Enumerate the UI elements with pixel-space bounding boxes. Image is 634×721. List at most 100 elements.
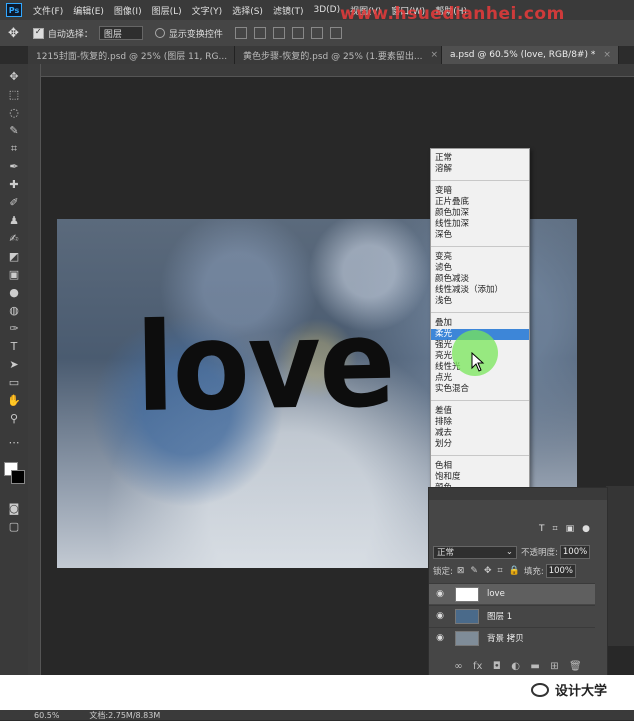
tab-document-1[interactable]: 1215封面-恢复的.psd @ 25% (图层 11, RG...× [28,46,235,64]
crop-icon[interactable]: ⌗ [7,142,21,156]
delete-layer-icon[interactable]: 🗑 [569,661,582,672]
menu-edit[interactable]: 编辑(E) [68,4,109,17]
menu-divider [431,246,529,247]
lock-artboard-icon[interactable]: ⌗ [498,566,503,576]
blend-option[interactable]: 变暗 [431,186,529,197]
move-icon[interactable]: ✥ [7,70,21,84]
align-middle-icon[interactable] [253,27,266,39]
dodge-icon[interactable]: ◍ [7,304,21,318]
move-tool-icon[interactable]: ✥ [8,26,19,41]
menu-type[interactable]: 文字(Y) [187,4,228,17]
close-icon[interactable]: × [603,50,611,60]
tab-document-2[interactable]: 黄色步骤-恢复的.psd @ 25% (1.要素留出... × [235,46,442,64]
zoom-icon[interactable]: ⚲ [7,412,21,426]
blend-mode-select[interactable]: 正常 ⌄ [433,545,517,559]
auto-select-checkbox[interactable] [32,27,44,39]
menu-image[interactable]: 图像(I) [109,4,147,17]
filter-shape-icon[interactable]: ⌗ [553,524,558,534]
align-bottom-icon[interactable] [272,27,285,39]
blend-option[interactable]: 浅色 [431,296,529,307]
layer-row-layer1[interactable]: ◉ 图层 1 [429,605,595,626]
tab-document-active[interactable]: a.psd @ 60.5% (love, RGB/8#) * × [442,46,619,64]
blend-option[interactable]: 滤色 [431,263,529,274]
align-right-icon[interactable] [329,27,342,39]
fill-input[interactable]: 100% [545,564,576,578]
blend-option[interactable]: 正片叠底 [431,197,529,208]
zoom-level[interactable]: 60.5% [34,711,59,720]
blur-icon[interactable]: ● [7,286,21,300]
blend-option[interactable]: 叠加 [431,318,529,329]
blend-option[interactable]: 线性加深 [431,219,529,230]
lock-transparent-icon[interactable]: ⊠ [457,566,465,576]
quick-mask-icon[interactable]: ◙ [7,502,21,516]
brush-icon[interactable]: ✐ [7,196,21,210]
blend-option[interactable]: 变亮 [431,252,529,263]
more-tools-icon[interactable]: ⋯ [7,436,21,450]
history-brush-icon[interactable]: ✍ [7,232,21,246]
eye-icon[interactable]: ◉ [433,611,447,621]
type-icon[interactable]: T [7,340,21,354]
chevron-down-icon: ⌄ [505,547,513,557]
new-group-icon[interactable]: ▬ [530,661,539,672]
link-layers-icon[interactable]: ∞ [454,661,462,672]
adjustment-layer-icon[interactable]: ◐ [511,661,520,672]
quick-select-icon[interactable]: ✎ [7,124,21,138]
blend-option[interactable]: 颜色加深 [431,208,529,219]
pen-icon[interactable]: ✑ [7,322,21,336]
auto-select-dropdown[interactable]: 图层 [98,26,143,40]
mouse-cursor-icon [471,352,485,372]
panel-header [429,488,607,500]
layer-row-background-copy[interactable]: ◉ 背景 拷贝 [429,627,595,648]
hand-icon[interactable]: ✋ [7,394,21,408]
blend-option[interactable]: 划分 [431,439,529,450]
fx-icon[interactable]: fx [473,661,482,672]
eye-icon[interactable]: ◉ [433,589,447,599]
opacity-input[interactable]: 100% [559,545,591,559]
blend-option[interactable]: 线性减淡（添加） [431,285,529,296]
blend-option[interactable]: 颜色减淡 [431,274,529,285]
shape-icon[interactable]: ▭ [7,376,21,390]
layer-row-love[interactable]: ◉ love [429,583,595,604]
eye-icon[interactable]: ◉ [433,633,447,643]
align-center-icon[interactable] [310,27,323,39]
close-icon[interactable]: × [431,50,439,60]
blend-option[interactable]: 实色混合 [431,384,529,395]
lasso-icon[interactable]: ◌ [7,106,21,120]
eyedropper-icon[interactable]: ✒ [7,160,21,174]
blend-option[interactable]: 色相 [431,461,529,472]
blend-option[interactable]: 饱和度 [431,472,529,483]
gradient-icon[interactable]: ▣ [7,268,21,282]
screen-mode-icon[interactable]: ▢ [7,520,21,534]
blend-option[interactable]: 减去 [431,428,529,439]
menu-file[interactable]: 文件(F) [28,4,68,17]
menu-select[interactable]: 选择(S) [227,4,268,17]
lock-pixels-icon[interactable]: ✎ [470,566,478,576]
background-color-swatch[interactable] [11,470,25,484]
marquee-icon[interactable]: ⬚ [7,88,21,102]
filter-type-icon[interactable]: T [539,524,545,534]
path-select-icon[interactable]: ➤ [7,358,21,372]
lock-position-icon[interactable]: ✥ [484,566,492,576]
align-top-icon[interactable] [234,27,247,39]
blend-option[interactable]: 正常 [431,153,529,164]
stamp-icon[interactable]: ♟ [7,214,21,228]
show-transform-checkbox[interactable] [154,28,165,38]
auto-select-label: 自动选择： [47,29,93,40]
eraser-icon[interactable]: ◩ [7,250,21,264]
blend-option[interactable]: 深色 [431,230,529,241]
lock-all-icon[interactable]: 🔒 [509,566,520,576]
filter-toggle-icon[interactable]: ● [582,524,590,534]
chat-bubble-icon [531,682,549,697]
layer-name: 背景 拷贝 [487,634,524,644]
blend-option[interactable]: 差值 [431,406,529,417]
add-mask-icon[interactable]: ◘ [493,661,501,672]
align-left-icon[interactable] [291,27,304,39]
filter-smart-icon[interactable]: ▣ [566,524,575,534]
tab-label: 1215封面-恢复的.psd @ 25% (图层 11, RG... [36,51,228,62]
menu-layer[interactable]: 图层(L) [147,4,187,17]
menu-filter[interactable]: 滤镜(T) [268,4,309,17]
new-layer-icon[interactable]: ⊞ [550,661,558,672]
blend-option[interactable]: 排除 [431,417,529,428]
blend-option[interactable]: 溶解 [431,164,529,175]
healing-icon[interactable]: ✚ [7,178,21,192]
